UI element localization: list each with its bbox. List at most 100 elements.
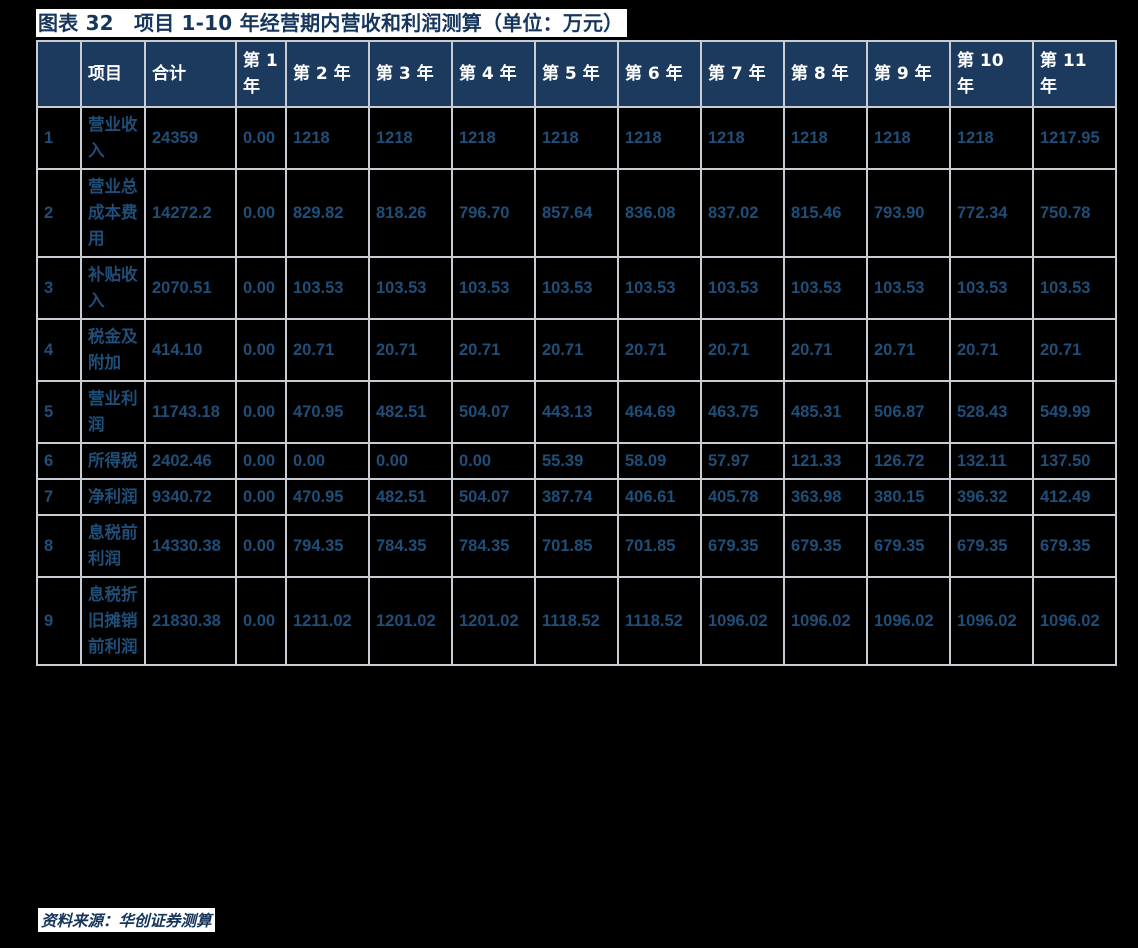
row-year-6-cell: 836.08 bbox=[619, 170, 700, 256]
column-header-year-2: 第 2 年 bbox=[287, 42, 368, 106]
row-year-8-cell: 103.53 bbox=[785, 258, 866, 318]
row-year-8-cell: 1096.02 bbox=[785, 578, 866, 664]
row-year-1-cell: 0.00 bbox=[237, 108, 285, 168]
row-total-cell: 21830.38 bbox=[146, 578, 235, 664]
row-year-10-cell: 20.71 bbox=[951, 320, 1032, 380]
row-year-5-cell: 857.64 bbox=[536, 170, 617, 256]
row-year-2-cell: 794.35 bbox=[287, 516, 368, 576]
row-year-2-cell: 1211.02 bbox=[287, 578, 368, 664]
row-year-11-cell: 412.49 bbox=[1034, 480, 1115, 514]
row-year-1-cell: 0.00 bbox=[237, 258, 285, 318]
row-year-4-cell: 20.71 bbox=[453, 320, 534, 380]
column-header-year-6: 第 6 年 bbox=[619, 42, 700, 106]
row-year-3-cell: 482.51 bbox=[370, 382, 451, 442]
row-year-2-cell: 470.95 bbox=[287, 382, 368, 442]
column-header-total: 合计 bbox=[146, 42, 235, 106]
row-year-11-cell: 1096.02 bbox=[1034, 578, 1115, 664]
table-header-row: 项目 合计 第 1 年 第 2 年 第 3 年 第 4 年 第 5 年 第 6 … bbox=[38, 42, 1115, 106]
row-index-cell: 9 bbox=[38, 578, 80, 664]
row-year-2-cell: 20.71 bbox=[287, 320, 368, 380]
row-year-1-cell: 0.00 bbox=[237, 516, 285, 576]
row-index-cell: 2 bbox=[38, 170, 80, 256]
row-year-10-cell: 1218 bbox=[951, 108, 1032, 168]
table-row: 2 营业总成本费用 14272.2 0.00 829.82 818.26 796.70 857… bbox=[38, 170, 1115, 256]
row-year-9-cell: 1096.02 bbox=[868, 578, 949, 664]
row-year-9-cell: 793.90 bbox=[868, 170, 949, 256]
row-year-9-cell: 679.35 bbox=[868, 516, 949, 576]
row-year-2-cell: 1218 bbox=[287, 108, 368, 168]
row-year-1-cell: 0.00 bbox=[237, 444, 285, 478]
row-year-11-cell: 137.50 bbox=[1034, 444, 1115, 478]
row-year-5-cell: 701.85 bbox=[536, 516, 617, 576]
row-year-10-cell: 528.43 bbox=[951, 382, 1032, 442]
figure-title-text: 图表 32 项目 1-10 年经营期内营收和利润测算（单位：万元） bbox=[38, 11, 624, 35]
column-header-year-10: 第 10 年 bbox=[951, 42, 1032, 106]
row-year-10-cell: 679.35 bbox=[951, 516, 1032, 576]
row-year-9-cell: 380.15 bbox=[868, 480, 949, 514]
row-year-7-cell: 463.75 bbox=[702, 382, 783, 442]
row-year-7-cell: 57.97 bbox=[702, 444, 783, 478]
row-year-6-cell: 1218 bbox=[619, 108, 700, 168]
row-year-7-cell: 1218 bbox=[702, 108, 783, 168]
row-year-3-cell: 482.51 bbox=[370, 480, 451, 514]
table-row: 3 补贴收入 2070.51 0.00 103.53 103.53 103.53 103.53… bbox=[38, 258, 1115, 318]
financial-table-container: 项目 合计 第 1 年 第 2 年 第 3 年 第 4 年 第 5 年 第 6 … bbox=[36, 40, 1117, 666]
column-header-year-3: 第 3 年 bbox=[370, 42, 451, 106]
row-year-8-cell: 363.98 bbox=[785, 480, 866, 514]
row-year-9-cell: 103.53 bbox=[868, 258, 949, 318]
row-year-3-cell: 784.35 bbox=[370, 516, 451, 576]
row-total-cell: 14272.2 bbox=[146, 170, 235, 256]
row-year-7-cell: 679.35 bbox=[702, 516, 783, 576]
row-year-11-cell: 20.71 bbox=[1034, 320, 1115, 380]
row-year-10-cell: 1096.02 bbox=[951, 578, 1032, 664]
row-year-4-cell: 0.00 bbox=[453, 444, 534, 478]
row-year-7-cell: 1096.02 bbox=[702, 578, 783, 664]
row-year-3-cell: 20.71 bbox=[370, 320, 451, 380]
column-header-year-8: 第 8 年 bbox=[785, 42, 866, 106]
row-year-6-cell: 406.61 bbox=[619, 480, 700, 514]
row-year-3-cell: 818.26 bbox=[370, 170, 451, 256]
source-note-text: 资料来源：华创证券测算 bbox=[41, 911, 212, 930]
row-year-8-cell: 485.31 bbox=[785, 382, 866, 442]
table-row: 7 净利润 9340.72 0.00 470.95 482.51 504.07 387.74 4… bbox=[38, 480, 1115, 514]
row-year-1-cell: 0.00 bbox=[237, 382, 285, 442]
row-year-5-cell: 1218 bbox=[536, 108, 617, 168]
row-year-5-cell: 103.53 bbox=[536, 258, 617, 318]
row-year-1-cell: 0.00 bbox=[237, 578, 285, 664]
row-total-cell: 9340.72 bbox=[146, 480, 235, 514]
row-year-4-cell: 796.70 bbox=[453, 170, 534, 256]
row-total-cell: 2402.46 bbox=[146, 444, 235, 478]
row-year-4-cell: 504.07 bbox=[453, 382, 534, 442]
row-index-cell: 3 bbox=[38, 258, 80, 318]
table-row: 1 营业收入 24359 0.00 1218 1218 1218 1218 1218 1218 12… bbox=[38, 108, 1115, 168]
row-year-4-cell: 1218 bbox=[453, 108, 534, 168]
row-year-10-cell: 103.53 bbox=[951, 258, 1032, 318]
row-year-7-cell: 837.02 bbox=[702, 170, 783, 256]
row-year-11-cell: 750.78 bbox=[1034, 170, 1115, 256]
row-year-1-cell: 0.00 bbox=[237, 320, 285, 380]
row-item-label: 税金及附加 bbox=[82, 320, 144, 380]
row-year-7-cell: 20.71 bbox=[702, 320, 783, 380]
table-body: 1 营业收入 24359 0.00 1218 1218 1218 1218 1218 1218 12… bbox=[38, 108, 1115, 664]
table-row: 4 税金及附加 414.10 0.00 20.71 20.71 20.71 20.71 20.7… bbox=[38, 320, 1115, 380]
table-row: 5 营业利润 11743.18 0.00 470.95 482.51 504.07 443.1… bbox=[38, 382, 1115, 442]
row-year-3-cell: 1218 bbox=[370, 108, 451, 168]
row-year-4-cell: 103.53 bbox=[453, 258, 534, 318]
row-item-label: 补贴收入 bbox=[82, 258, 144, 318]
row-year-5-cell: 443.13 bbox=[536, 382, 617, 442]
table-header: 项目 合计 第 1 年 第 2 年 第 3 年 第 4 年 第 5 年 第 6 … bbox=[38, 42, 1115, 106]
row-year-5-cell: 20.71 bbox=[536, 320, 617, 380]
row-year-3-cell: 103.53 bbox=[370, 258, 451, 318]
row-year-6-cell: 58.09 bbox=[619, 444, 700, 478]
row-year-8-cell: 679.35 bbox=[785, 516, 866, 576]
table-row: 6 所得税 2402.46 0.00 0.00 0.00 0.00 55.39 58.09 57.… bbox=[38, 444, 1115, 478]
column-header-item: 项目 bbox=[82, 42, 144, 106]
row-year-1-cell: 0.00 bbox=[237, 170, 285, 256]
row-year-1-cell: 0.00 bbox=[237, 480, 285, 514]
row-year-8-cell: 20.71 bbox=[785, 320, 866, 380]
table-row: 8 息税前利润 14330.38 0.00 794.35 784.35 784.35 701.… bbox=[38, 516, 1115, 576]
column-header-year-1: 第 1 年 bbox=[237, 42, 285, 106]
figure-title: 图表 32 项目 1-10 年经营期内营收和利润测算（单位：万元） bbox=[36, 9, 628, 37]
row-item-label: 净利润 bbox=[82, 480, 144, 514]
row-year-2-cell: 470.95 bbox=[287, 480, 368, 514]
